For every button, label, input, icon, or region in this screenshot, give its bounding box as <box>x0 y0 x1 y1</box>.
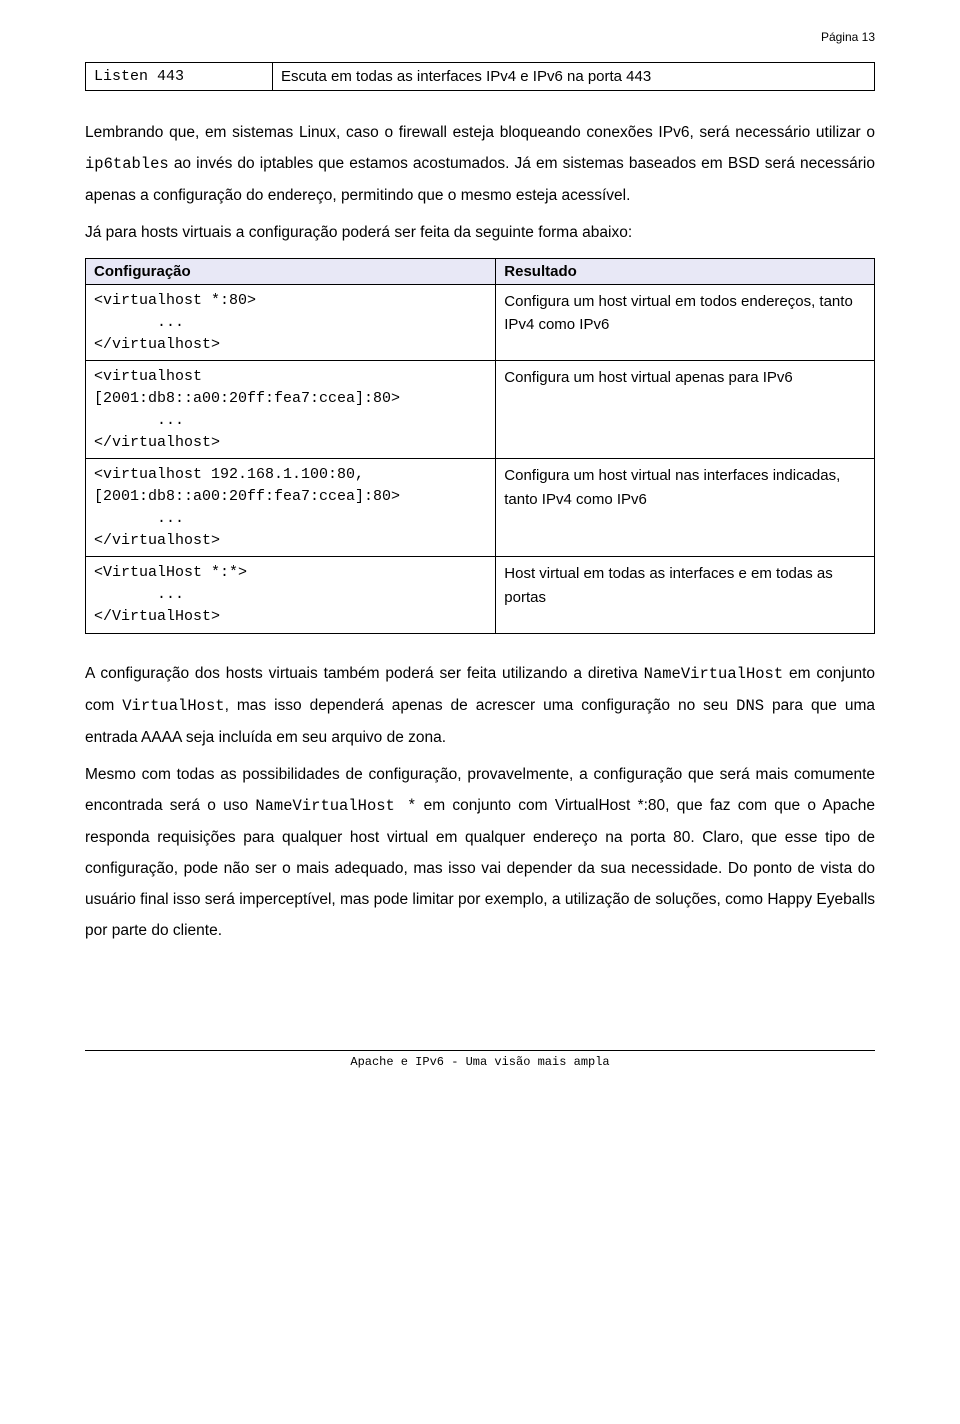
page-container: Página 13 Listen 443 Escuta em todas as … <box>0 0 960 1119</box>
code-inline: VirtualHost <box>122 697 224 715</box>
page-footer: Apache e IPv6 - Uma visão mais ampla <box>85 1046 875 1069</box>
listen-table: Listen 443 Escuta em todas as interfaces… <box>85 62 875 91</box>
config-result-cell: Configura um host virtual nas interfaces… <box>496 459 875 557</box>
paragraph-4: Mesmo com todas as possibilidades de con… <box>85 759 875 946</box>
paragraph-2: Já para hosts virtuais a configuração po… <box>85 217 875 248</box>
table-row: Listen 443 Escuta em todas as interfaces… <box>86 63 875 91</box>
table-header-row: Configuração Resultado <box>86 259 875 285</box>
text: Lembrando que, em sistemas Linux, caso o… <box>85 124 875 141</box>
config-result-cell: Configura um host virtual em todos ender… <box>496 285 875 361</box>
config-code-cell: <virtualhost *:80> ... </virtualhost> <box>86 285 496 361</box>
table-row: <VirtualHost *:*> ... </VirtualHost> Hos… <box>86 557 875 633</box>
config-result-cell: Configura um host virtual apenas para IP… <box>496 361 875 459</box>
code-inline: NameVirtualHost <box>644 665 784 683</box>
table-row: <virtualhost [2001:db8::a00:20ff:fea7:cc… <box>86 361 875 459</box>
code-inline: ip6tables <box>85 155 169 173</box>
config-table: Configuração Resultado <virtualhost *:80… <box>85 258 875 634</box>
config-code-cell: <virtualhost [2001:db8::a00:20ff:fea7:cc… <box>86 361 496 459</box>
paragraph-1: Lembrando que, em sistemas Linux, caso o… <box>85 117 875 211</box>
paragraph-3: A configuração dos hosts virtuais também… <box>85 658 875 753</box>
header-configuracao: Configuração <box>86 259 496 285</box>
config-code-cell: <virtualhost 192.168.1.100:80, [2001:db8… <box>86 459 496 557</box>
listen-cell-desc: Escuta em todas as interfaces IPv4 e IPv… <box>273 63 875 91</box>
footer-text: Apache e IPv6 - Uma visão mais ampla <box>350 1055 609 1069</box>
page-number: Página 13 <box>85 30 875 44</box>
config-code-cell: <VirtualHost *:*> ... </VirtualHost> <box>86 557 496 633</box>
listen-cell-code: Listen 443 <box>86 63 273 91</box>
code-inline: NameVirtualHost * <box>255 797 416 815</box>
code-inline: DNS <box>736 697 764 715</box>
text: A configuração dos hosts virtuais também… <box>85 665 644 682</box>
header-resultado: Resultado <box>496 259 875 285</box>
table-row: <virtualhost *:80> ... </virtualhost> Co… <box>86 285 875 361</box>
text: , mas isso dependerá apenas de acrescer … <box>225 697 737 714</box>
config-result-cell: Host virtual em todas as interfaces e em… <box>496 557 875 633</box>
table-row: <virtualhost 192.168.1.100:80, [2001:db8… <box>86 459 875 557</box>
footer-divider <box>85 1050 875 1051</box>
text: em conjunto com VirtualHost *:80, que fa… <box>85 797 875 939</box>
text: ao invés do iptables que estamos acostum… <box>85 155 875 204</box>
